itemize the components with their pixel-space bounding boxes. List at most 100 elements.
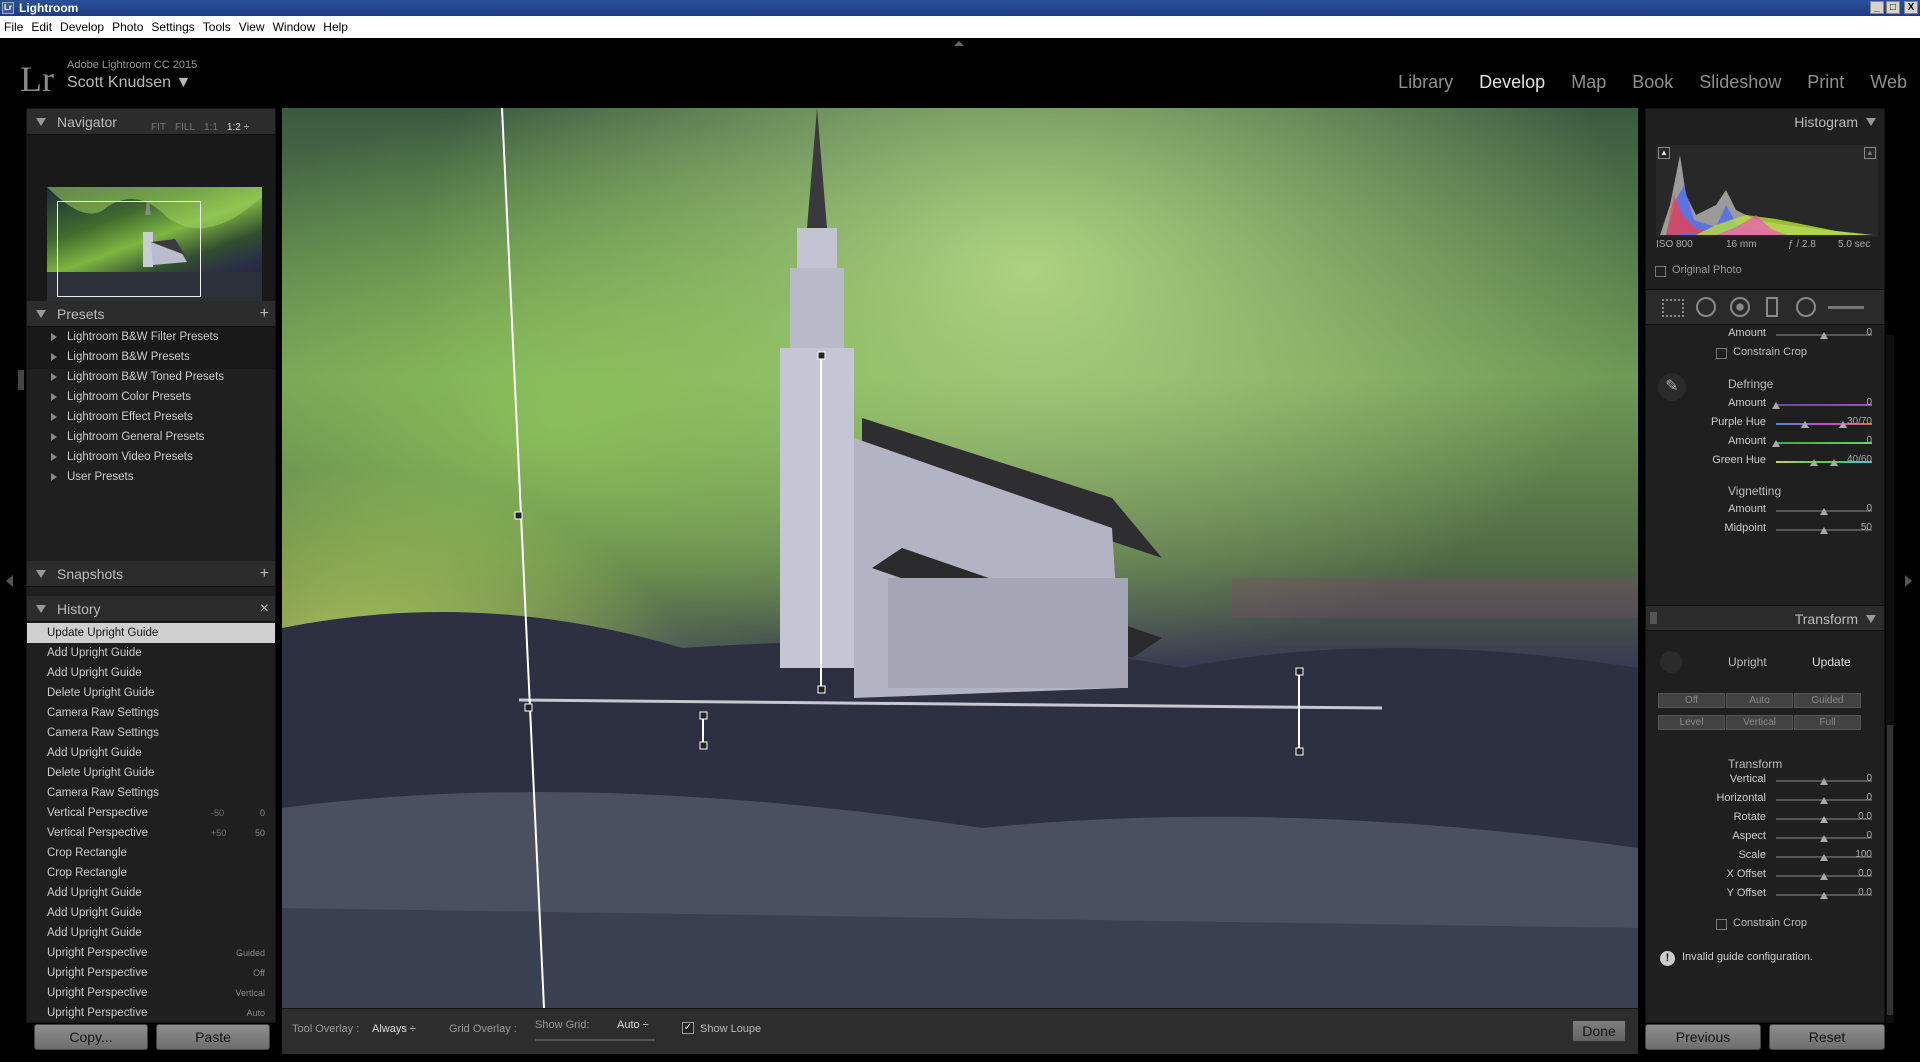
upright-auto-button[interactable]: Auto — [1726, 693, 1793, 708]
preset-folder[interactable]: Lightroom Color Presets — [27, 387, 275, 407]
upright-full-button[interactable]: Full — [1794, 715, 1861, 730]
crop-tool-icon[interactable] — [1662, 299, 1684, 317]
upright-off-button[interactable]: Off — [1658, 693, 1725, 708]
left-panel-toggle-icon[interactable] — [6, 575, 13, 587]
slider-value[interactable]: 0 — [1832, 773, 1872, 784]
slider-knob[interactable] — [1772, 402, 1780, 409]
slider-knob[interactable] — [1820, 892, 1828, 899]
history-header[interactable]: History × — [27, 596, 275, 622]
collapse-triangle-icon[interactable] — [36, 310, 46, 318]
spot-removal-icon[interactable] — [1696, 297, 1716, 317]
slider-value[interactable]: 0 — [1832, 435, 1872, 446]
expand-triangle-icon[interactable] — [51, 353, 57, 361]
add-snapshot-button[interactable]: + — [260, 561, 269, 587]
preset-folder[interactable]: Lightroom General Presets — [27, 427, 275, 447]
preset-folder[interactable]: User Presets — [27, 467, 275, 487]
history-step[interactable]: Add Upright Guide — [27, 923, 275, 943]
slider-value[interactable]: 0 — [1832, 503, 1872, 514]
navigator-header[interactable]: Navigator FIT FILL 1:1 1:2 ÷ — [27, 109, 275, 135]
photo-canvas[interactable] — [282, 108, 1638, 1008]
navigator-view-box[interactable] — [57, 201, 201, 297]
preset-folder[interactable]: Lightroom B&W Filter Presets — [27, 327, 275, 347]
menu-view[interactable]: View — [235, 16, 269, 38]
zoom-fill[interactable]: FILL — [175, 122, 195, 133]
slider-value[interactable]: 0.0 — [1832, 868, 1872, 879]
collapse-triangle-icon[interactable] — [36, 605, 46, 613]
panel-switch-icon[interactable] — [1650, 612, 1657, 624]
presets-header[interactable]: Presets + — [27, 301, 275, 327]
slider-knob[interactable] — [1820, 873, 1828, 880]
history-step[interactable]: Update Upright Guide — [27, 623, 275, 643]
slider-value[interactable]: 40/60 — [1832, 454, 1872, 465]
menu-develop[interactable]: Develop — [56, 16, 108, 38]
history-step[interactable]: Crop Rectangle — [27, 863, 275, 883]
show-loupe-checkbox[interactable]: ✓ — [682, 1022, 694, 1034]
slider-value[interactable]: 0.0 — [1832, 887, 1872, 898]
history-step[interactable]: Upright Perspective Off — [27, 963, 275, 983]
user-name-dropdown[interactable]: Scott Knudsen ▼ — [67, 74, 191, 92]
module-slideshow[interactable]: Slideshow — [1699, 72, 1781, 92]
histogram-graph[interactable]: ▲ ▲ — [1656, 145, 1878, 237]
maximize-button[interactable]: □ — [1886, 1, 1900, 14]
expand-triangle-icon[interactable] — [51, 333, 57, 341]
paste-settings-button[interactable]: Paste — [156, 1024, 270, 1050]
history-step[interactable]: Upright Perspective Guided — [27, 943, 275, 963]
previous-button[interactable]: Previous — [1645, 1024, 1761, 1050]
upright-level-button[interactable]: Level — [1658, 715, 1725, 730]
module-library[interactable]: Library — [1398, 72, 1453, 92]
grid-size-slider[interactable] — [535, 1039, 655, 1041]
snapshots-header[interactable]: Snapshots + — [27, 561, 275, 587]
top-panel-toggle-strip[interactable] — [0, 38, 1920, 47]
history-step[interactable]: Crop Rectangle — [27, 843, 275, 863]
slider-knob[interactable] — [1820, 332, 1828, 339]
slider-knob[interactable] — [1800, 421, 1809, 428]
history-step[interactable]: Add Upright Guide — [27, 643, 275, 663]
minimize-button[interactable]: _ — [1870, 1, 1884, 14]
menu-tools[interactable]: Tools — [199, 16, 235, 38]
slider-value[interactable]: 50 — [1832, 522, 1872, 533]
slider-value[interactable]: 0.0 — [1832, 811, 1872, 822]
preset-folder[interactable]: Lightroom B&W Toned Presets — [27, 367, 275, 387]
upright-guided-tool-icon[interactable] — [1660, 651, 1682, 673]
radial-filter-icon[interactable] — [1796, 297, 1816, 317]
preset-folder[interactable]: Lightroom B&W Presets — [27, 347, 275, 367]
menu-window[interactable]: Window — [269, 16, 320, 38]
history-step[interactable]: Vertical Perspective +50 50 — [27, 823, 275, 843]
zoom-fit[interactable]: FIT — [151, 122, 166, 133]
upright-vertical-button[interactable]: Vertical — [1726, 715, 1793, 730]
expand-triangle-icon[interactable] — [51, 453, 57, 461]
update-button[interactable]: Update — [1812, 655, 1851, 669]
collapse-triangle-icon[interactable] — [1866, 118, 1876, 126]
slider-value[interactable]: 0 — [1832, 397, 1872, 408]
tool-overlay-select[interactable]: Always ÷ — [372, 1023, 416, 1035]
shadow-clipping-icon[interactable]: ▲ — [1658, 147, 1670, 159]
module-web[interactable]: Web — [1870, 72, 1907, 92]
history-step[interactable]: Upright Perspective Vertical — [27, 983, 275, 1003]
done-button[interactable]: Done — [1572, 1020, 1626, 1042]
history-step[interactable]: Add Upright Guide — [27, 743, 275, 763]
module-map[interactable]: Map — [1571, 72, 1606, 92]
history-step[interactable]: Delete Upright Guide — [27, 683, 275, 703]
show-grid-select[interactable]: Auto ÷ — [617, 1019, 649, 1031]
slider-knob[interactable] — [1810, 459, 1819, 466]
history-step[interactable]: Delete Upright Guide — [27, 763, 275, 783]
highlight-clipping-icon[interactable]: ▲ — [1864, 147, 1876, 159]
menu-help[interactable]: Help — [319, 16, 352, 38]
preset-folder[interactable]: Lightroom Video Presets — [27, 447, 275, 467]
scrollbar-thumb[interactable] — [1887, 725, 1893, 1015]
slider-value[interactable]: 0 — [1832, 327, 1872, 338]
copy-settings-button[interactable]: Copy... — [34, 1024, 148, 1050]
preset-folder[interactable]: Lightroom Effect Presets — [27, 407, 275, 427]
history-step[interactable]: Camera Raw Settings — [27, 723, 275, 743]
collapse-triangle-icon[interactable] — [36, 570, 46, 578]
original-photo-checkbox[interactable] — [1655, 266, 1666, 277]
zoom-1-1[interactable]: 1:1 — [204, 122, 218, 133]
right-panel-toggle-icon[interactable] — [1905, 575, 1912, 587]
zoom-1-2[interactable]: 1:2 ÷ — [227, 122, 249, 133]
slider-knob[interactable] — [1820, 835, 1828, 842]
slider-knob[interactable] — [1772, 440, 1780, 447]
slider-knob[interactable] — [1820, 778, 1828, 785]
slider-knob[interactable] — [1820, 797, 1828, 804]
histogram-header[interactable]: Histogram — [1646, 109, 1884, 135]
collapse-triangle-icon[interactable] — [1866, 615, 1876, 623]
